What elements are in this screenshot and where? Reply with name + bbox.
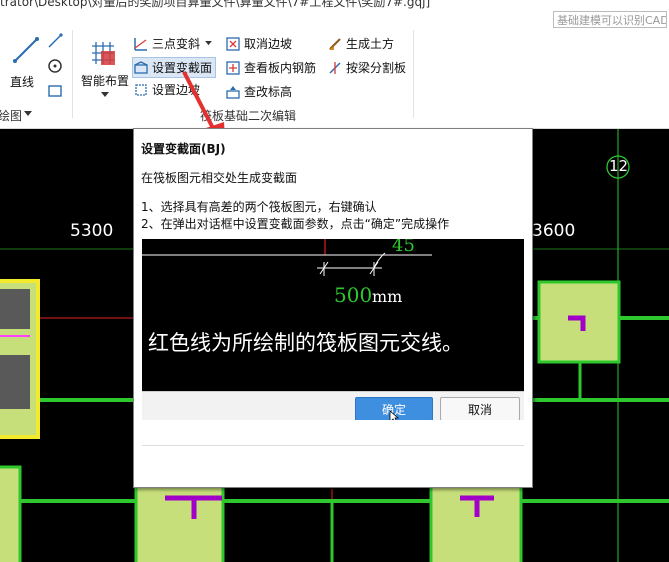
circle-icon[interactable] bbox=[46, 57, 64, 75]
separator bbox=[413, 30, 414, 118]
illustration-dialog-footer: 确定 取消 bbox=[142, 391, 524, 420]
earthwork-icon bbox=[329, 37, 341, 50]
tooltip-description: 在筏板图元相交处生成变截面 bbox=[141, 171, 298, 185]
chevron-down-icon bbox=[101, 92, 109, 97]
mouse-cursor-icon bbox=[389, 410, 399, 420]
cancel-button[interactable]: 取消 bbox=[440, 397, 520, 420]
draw-group-label[interactable]: 绘图 bbox=[0, 107, 22, 124]
variable-section-tooltip: 设置变截面(BJ) 在筏板图元相交处生成变截面 1、选择具有高差的两个筏板图元，… bbox=[133, 128, 533, 488]
tooltip-illustration: 45 500 mm 红色线为所绘制的筏板图元交线。 确定 取消 bbox=[142, 239, 524, 420]
separator bbox=[72, 30, 73, 118]
tooltip-step-2: 2、在弹出对话框中设置变截面参数，点击“确定”完成操作 bbox=[141, 217, 450, 231]
slope-icon bbox=[134, 37, 147, 51]
arc-point-icon[interactable] bbox=[46, 32, 64, 50]
split-slab-icon bbox=[329, 61, 341, 74]
chevron-down-icon bbox=[205, 41, 212, 46]
change-elevation-label: 查改标高 bbox=[244, 85, 293, 99]
ribbon-toolbar: 直线 绘图 智能布置 三点变斜 设置变截面 设置边坡 取消边坡 查看板内钢筋 查… bbox=[0, 11, 669, 129]
illustration-drawing bbox=[142, 239, 432, 276]
smart-layout-label: 智能布置 bbox=[81, 74, 130, 88]
dimension-value: 500 bbox=[334, 283, 373, 307]
dimension-unit: mm bbox=[372, 287, 403, 306]
edge-slope-icon bbox=[135, 83, 147, 96]
axis-number-label: 12 bbox=[609, 157, 629, 175]
cancel-edge-slope-label: 取消边坡 bbox=[244, 37, 293, 51]
three-point-slope-button[interactable]: 三点变斜 bbox=[134, 35, 212, 52]
rectangle-icon[interactable] bbox=[46, 82, 64, 100]
variable-section-icon bbox=[134, 60, 148, 74]
three-point-slope-label: 三点变斜 bbox=[152, 37, 201, 51]
line-tool-label[interactable]: 直线 bbox=[10, 73, 34, 90]
dimension-label-left: 5300 bbox=[70, 221, 114, 241]
tooltip-step-1: 1、选择具有高差的两个筏板图元，右键确认 bbox=[141, 200, 377, 214]
tooltip-divider bbox=[142, 445, 524, 446]
tooltip-title: 设置变截面(BJ) bbox=[141, 142, 226, 156]
search-input[interactable]: 基础建模可以识别CAD bbox=[553, 11, 667, 28]
split-by-beam-button[interactable]: 按梁分割板 bbox=[328, 59, 406, 76]
view-slab-rebar-label: 查看板内钢筋 bbox=[244, 61, 317, 75]
diagonal-line-icon[interactable] bbox=[12, 36, 40, 64]
cancel-slope-icon bbox=[226, 36, 240, 51]
dimension-label-right: 3600 bbox=[532, 221, 576, 241]
cancel-edge-slope-button[interactable]: 取消边坡 bbox=[226, 35, 292, 52]
split-by-beam-label: 按梁分割板 bbox=[346, 61, 407, 75]
angle-value: 45 bbox=[392, 239, 415, 256]
generate-earthwork-button[interactable]: 生成土方 bbox=[328, 35, 394, 52]
grid-layout-icon bbox=[92, 42, 115, 65]
generate-earthwork-label: 生成土方 bbox=[346, 37, 395, 51]
view-slab-rebar-button[interactable]: 查看板内钢筋 bbox=[226, 59, 316, 76]
window-title: trator\Desktop\对量后的奖励项目算量文件\算量文件\7#工程文件\… bbox=[0, 0, 431, 9]
illustration-caption: 红色线为所绘制的筏板图元交线。 bbox=[148, 331, 463, 355]
chevron-down-icon[interactable] bbox=[24, 111, 32, 117]
